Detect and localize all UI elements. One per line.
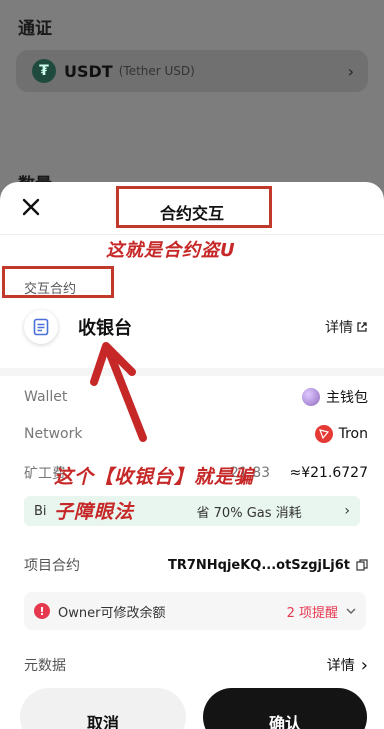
token-full-name: (Tether USD) (118, 64, 195, 78)
metadata-row[interactable]: 元数据 详情 › (24, 654, 368, 676)
tron-icon (314, 425, 333, 443)
network-name: Tron (338, 426, 368, 442)
chevron-right-icon: › (360, 654, 368, 676)
fee-value: ≈¥21.6727 (289, 465, 368, 481)
contract-details-link[interactable]: 详情 (325, 317, 368, 337)
warning-count: 2 项提醒 (287, 602, 356, 621)
title-annotation-text: 这就是合约盗U (106, 240, 236, 261)
metadata-value: 详情 › (327, 655, 368, 676)
metadata-key: 元数据 (24, 658, 66, 674)
token-symbol: USDT (64, 61, 113, 81)
wallet-value: 主钱包 (302, 387, 368, 407)
gas-banner-text: 省 70% Gas 消耗 (196, 505, 302, 521)
section-divider (0, 368, 384, 376)
project-contract-row: 项目合约 TR7NHqjeKQ...otSzgjLj6t (24, 554, 368, 576)
title-annotation-box (116, 186, 272, 228)
blindfold-annotation-line1: 这个【收银台】就是骗 (54, 466, 255, 488)
chevron-right-icon: › (344, 503, 350, 519)
network-row: Network Tron (24, 423, 368, 445)
chevron-down-icon (346, 607, 356, 614)
warning-count-label: 2 项提醒 (286, 605, 338, 621)
gas-banner-prefix: Bi (34, 503, 47, 519)
project-contract-value[interactable]: TR7NHqjeKQ...otSzgjLj6t (168, 558, 368, 573)
project-contract-key: 项目合约 (24, 558, 80, 574)
token-section-label: 通证 (18, 19, 52, 39)
wallet-row: Wallet 主钱包 (24, 386, 368, 408)
contract-name: 收银台 (78, 318, 132, 339)
chevron-right-icon: › (347, 62, 354, 81)
network-key: Network (24, 426, 83, 442)
metadata-details-label: 详情 (326, 658, 355, 674)
project-contract-address: TR7NHqjeKQ...otSzgjLj6t (167, 557, 350, 573)
external-link-icon (357, 322, 367, 332)
owner-warning-card[interactable]: ! Owner可修改余额 2 项提醒 (24, 592, 366, 630)
warning-text: Owner可修改余额 (58, 605, 166, 621)
network-value: Tron (314, 425, 368, 443)
warning-icon: ! (34, 603, 50, 619)
arrow-up-annotation-icon (90, 342, 147, 442)
cancel-button[interactable]: 取消 (20, 688, 186, 729)
label-annotation-box (2, 266, 114, 298)
confirm-button[interactable]: 确认 (203, 688, 367, 729)
wallet-key: Wallet (24, 389, 68, 405)
contract-interaction-sheet: 合约交互 这就是合约盗U 交互合约 收银台 详情 Wallet 主钱包 Netw… (0, 182, 384, 729)
header-divider (0, 234, 384, 235)
document-icon (33, 318, 49, 336)
contract-avatar (24, 310, 58, 344)
contract-details-label: 详情 (325, 320, 353, 336)
token-selector[interactable]: ₮ USDT (Tether USD) › (16, 50, 368, 92)
wallet-avatar-icon (302, 388, 320, 406)
tether-icon: ₮ (32, 59, 56, 83)
blindfold-annotation-line2: 子障眼法 (54, 501, 135, 523)
copy-icon[interactable] (356, 559, 368, 571)
wallet-name: 主钱包 (326, 390, 368, 406)
contract-row: 收银台 详情 (24, 308, 368, 346)
